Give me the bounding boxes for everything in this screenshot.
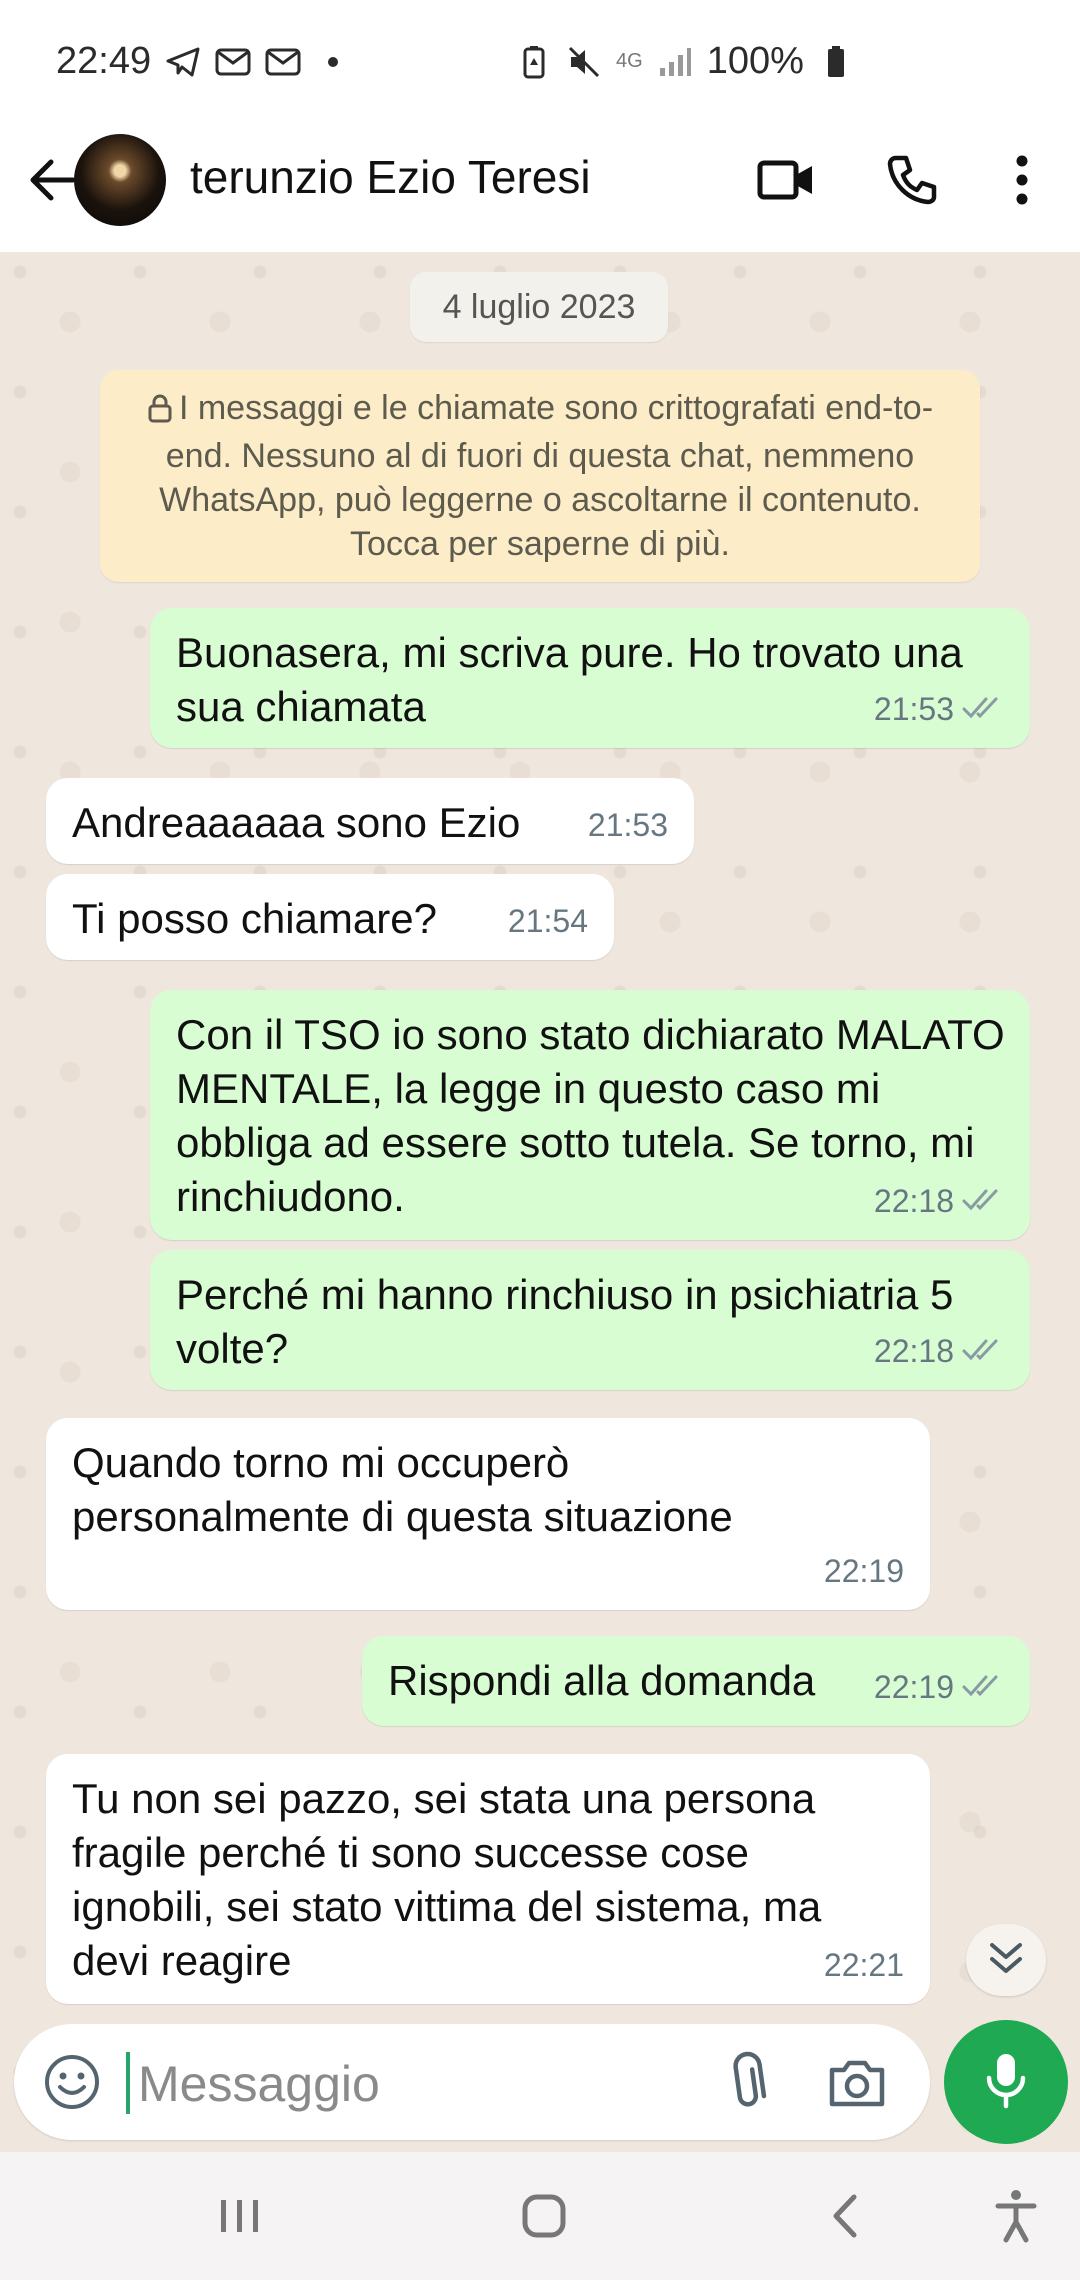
encryption-notice-text: I messaggi e le chiamate sono crittograf…: [159, 389, 934, 563]
message-time: 21:53: [873, 691, 954, 727]
message-in[interactable]: Andreaaaaaa sono Ezio 21:53: [46, 778, 694, 864]
network-4g-icon: 4G: [616, 50, 643, 72]
video-call-icon[interactable]: [748, 142, 824, 218]
lock-icon: [147, 390, 173, 434]
avatar[interactable]: [74, 134, 166, 226]
mail-icon: [265, 44, 301, 80]
status-bar: 22:49 4G 100%: [0, 0, 1080, 128]
read-ticks-icon: [962, 1660, 1004, 1714]
phone-icon[interactable]: [874, 142, 950, 218]
message-time: 21:53: [587, 807, 668, 843]
dot-icon: [315, 44, 351, 80]
battery-saver-icon: [516, 44, 552, 80]
mic-button[interactable]: [944, 2020, 1068, 2144]
accessibility-icon[interactable]: [976, 2180, 1056, 2252]
emoji-icon[interactable]: [42, 2052, 102, 2112]
message-time: 22:19: [873, 1669, 954, 1705]
signal-icon: [657, 44, 693, 80]
message-in[interactable]: Ti posso chiamare? 21:54: [46, 874, 614, 960]
status-time: 22:49: [56, 40, 152, 82]
mic-icon: [984, 2050, 1028, 2115]
battery-icon: [818, 44, 854, 80]
message-text: Andreaaaaaa sono Ezio: [72, 799, 521, 846]
read-ticks-icon: [962, 1174, 1004, 1228]
contact-name[interactable]: terunzio Ezio Teresi: [190, 150, 591, 204]
more-vertical-icon[interactable]: [984, 142, 1060, 218]
mail-icon: [215, 44, 251, 80]
message-time: 22:21: [823, 1947, 904, 1983]
read-ticks-icon: [962, 1324, 1004, 1378]
message-out[interactable]: Rispondi alla domanda 22:19: [362, 1636, 1030, 1726]
scroll-to-bottom-button[interactable]: [966, 1924, 1046, 1996]
text-caret: [126, 2052, 130, 2114]
message-text: Tu non sei pazzo, sei stata una persona …: [72, 1775, 822, 1984]
recent-apps-icon[interactable]: [200, 2180, 280, 2252]
message-time: 22:18: [873, 1183, 954, 1219]
mute-icon: [566, 44, 602, 80]
message-in[interactable]: Quando torno mi occuperò personalmente d…: [46, 1418, 930, 1610]
encryption-notice[interactable]: I messaggi e le chiamate sono crittograf…: [100, 370, 980, 582]
home-icon[interactable]: [504, 2180, 584, 2252]
back-icon[interactable]: [806, 2180, 886, 2252]
message-time: 22:19: [823, 1553, 904, 1589]
message-out[interactable]: Buonasera, mi scriva pure. Ho trovato un…: [150, 608, 1030, 748]
chevron-double-down-icon: [988, 1941, 1024, 1980]
message-text: Quando torno mi occuperò personalmente d…: [72, 1439, 733, 1540]
attach-icon[interactable]: [714, 2048, 784, 2118]
camera-icon[interactable]: [822, 2048, 892, 2118]
date-chip: 4 luglio 2023: [410, 272, 668, 342]
message-text: Buonasera, mi scriva pure. Ho trovato un…: [176, 629, 963, 730]
message-composer: [14, 2024, 930, 2140]
battery-percent: 100%: [706, 40, 804, 82]
message-out[interactable]: Con il TSO io sono stato dichiarato MALA…: [150, 990, 1030, 1240]
message-input[interactable]: [136, 2048, 700, 2120]
message-time: 21:54: [507, 903, 588, 939]
telegram-icon: [165, 44, 201, 80]
message-time: 22:18: [873, 1333, 954, 1369]
read-ticks-icon: [962, 682, 1004, 736]
message-in[interactable]: Tu non sei pazzo, sei stata una persona …: [46, 1754, 930, 2004]
message-out[interactable]: Perché mi hanno rinchiuso in psichiatria…: [150, 1250, 1030, 1390]
